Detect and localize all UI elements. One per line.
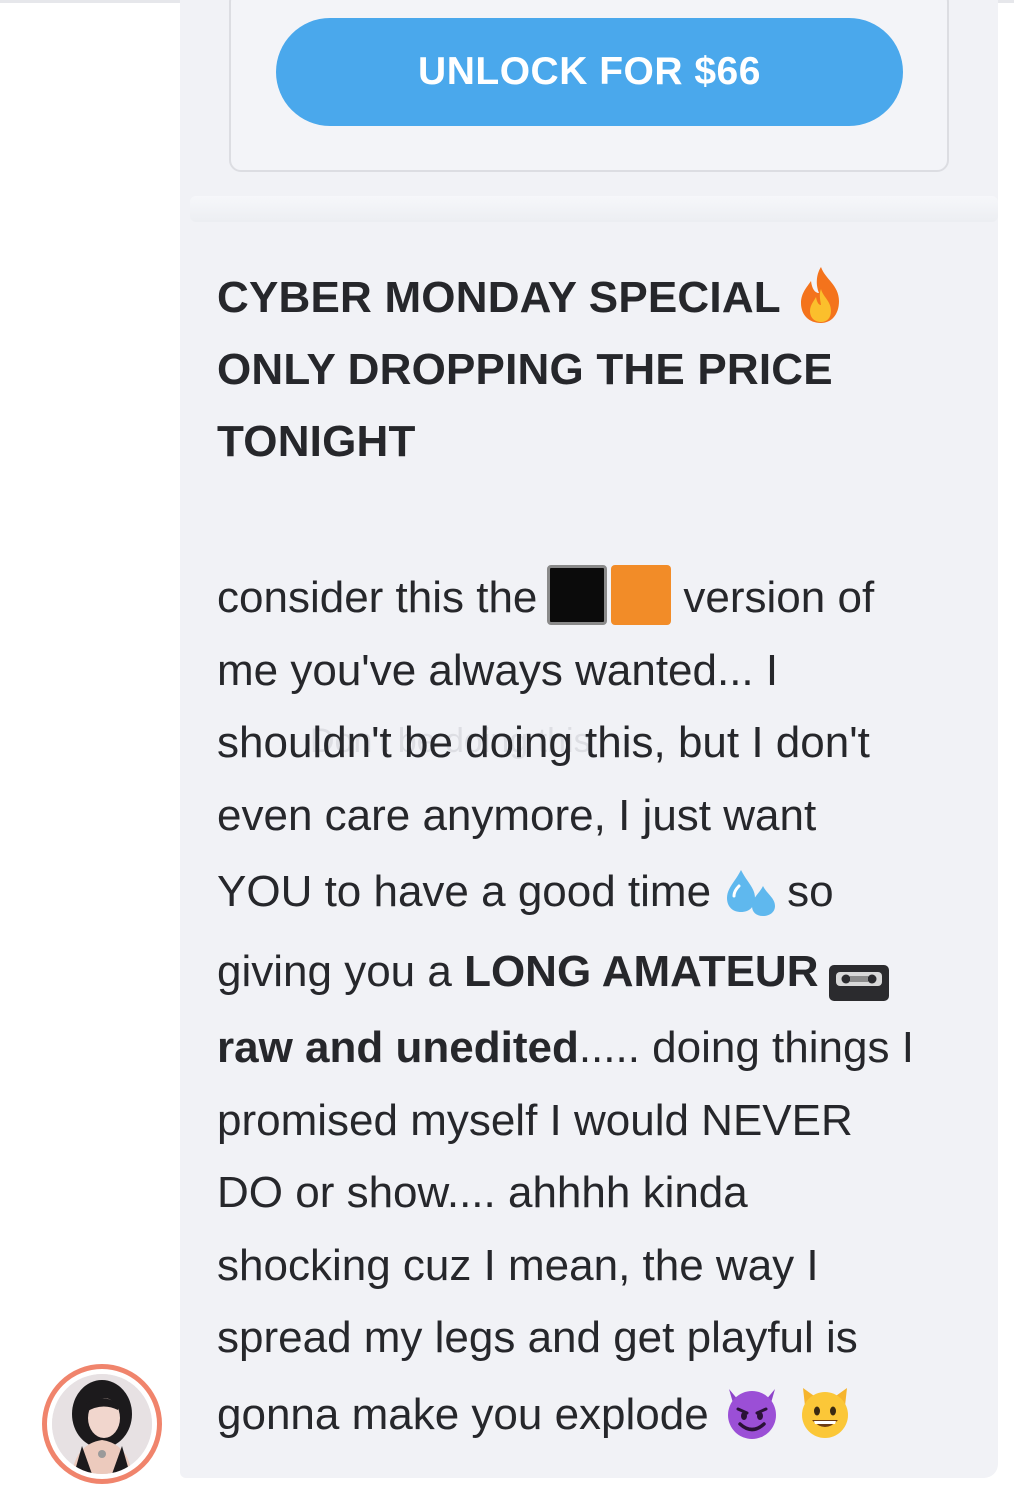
avatar-photo: [52, 1374, 152, 1474]
unlock-button[interactable]: UNLOCK FOR $66: [276, 18, 903, 126]
body-line-6: giving you a LONG AMATEUR: [217, 932, 987, 1012]
message-body: consider this the version of me you've al…: [217, 562, 987, 1455]
body-line-2: me you've always wanted... I: [217, 645, 779, 695]
body-line-10: shocking cuz I mean, the way I: [217, 1240, 819, 1290]
fire-emoji: [795, 265, 847, 325]
body-line-7: raw and unedited..... doing things I: [217, 1023, 914, 1072]
body-line-4: even care anymore, I just want: [217, 790, 817, 840]
sweat-droplets-emoji: [723, 864, 779, 917]
black-square-emoji: [547, 565, 608, 626]
smiling-devil-emoji: [723, 1383, 781, 1441]
body-line-9: DO or show.... ahhhh kinda: [217, 1168, 748, 1217]
orange-square-emoji: [611, 565, 672, 626]
body-line-1: consider this the version of: [217, 562, 987, 635]
message-text: CYBER MONDAY SPECIAL ONLY DROPPING THE P…: [217, 262, 987, 1455]
body-line-3: shouldn't be doing this, but I don't: [217, 718, 870, 767]
headline-line-3: TONIGHT: [217, 417, 416, 466]
body-line-5: YOU to have a good time so: [217, 852, 987, 932]
sender-avatar[interactable]: [42, 1364, 162, 1484]
headline-line-1: CYBER MONDAY SPECIAL: [217, 262, 987, 334]
body-line-12: gonna make you explode: [217, 1375, 987, 1455]
card-separator: [190, 196, 998, 222]
message-headline: CYBER MONDAY SPECIAL ONLY DROPPING THE P…: [217, 262, 987, 478]
headline-line-2: ONLY DROPPING THE PRICE: [217, 345, 833, 394]
body-line-11: spread my legs and get playful is: [217, 1313, 858, 1362]
grinning-cat-emoji: [797, 1384, 853, 1440]
chat-page: UNLOCK FOR $66 Don't be doing this CYBER…: [0, 0, 1014, 1490]
videocassette-emoji: [828, 949, 890, 1002]
body-line-8: promised myself I would NEVER: [217, 1095, 853, 1145]
